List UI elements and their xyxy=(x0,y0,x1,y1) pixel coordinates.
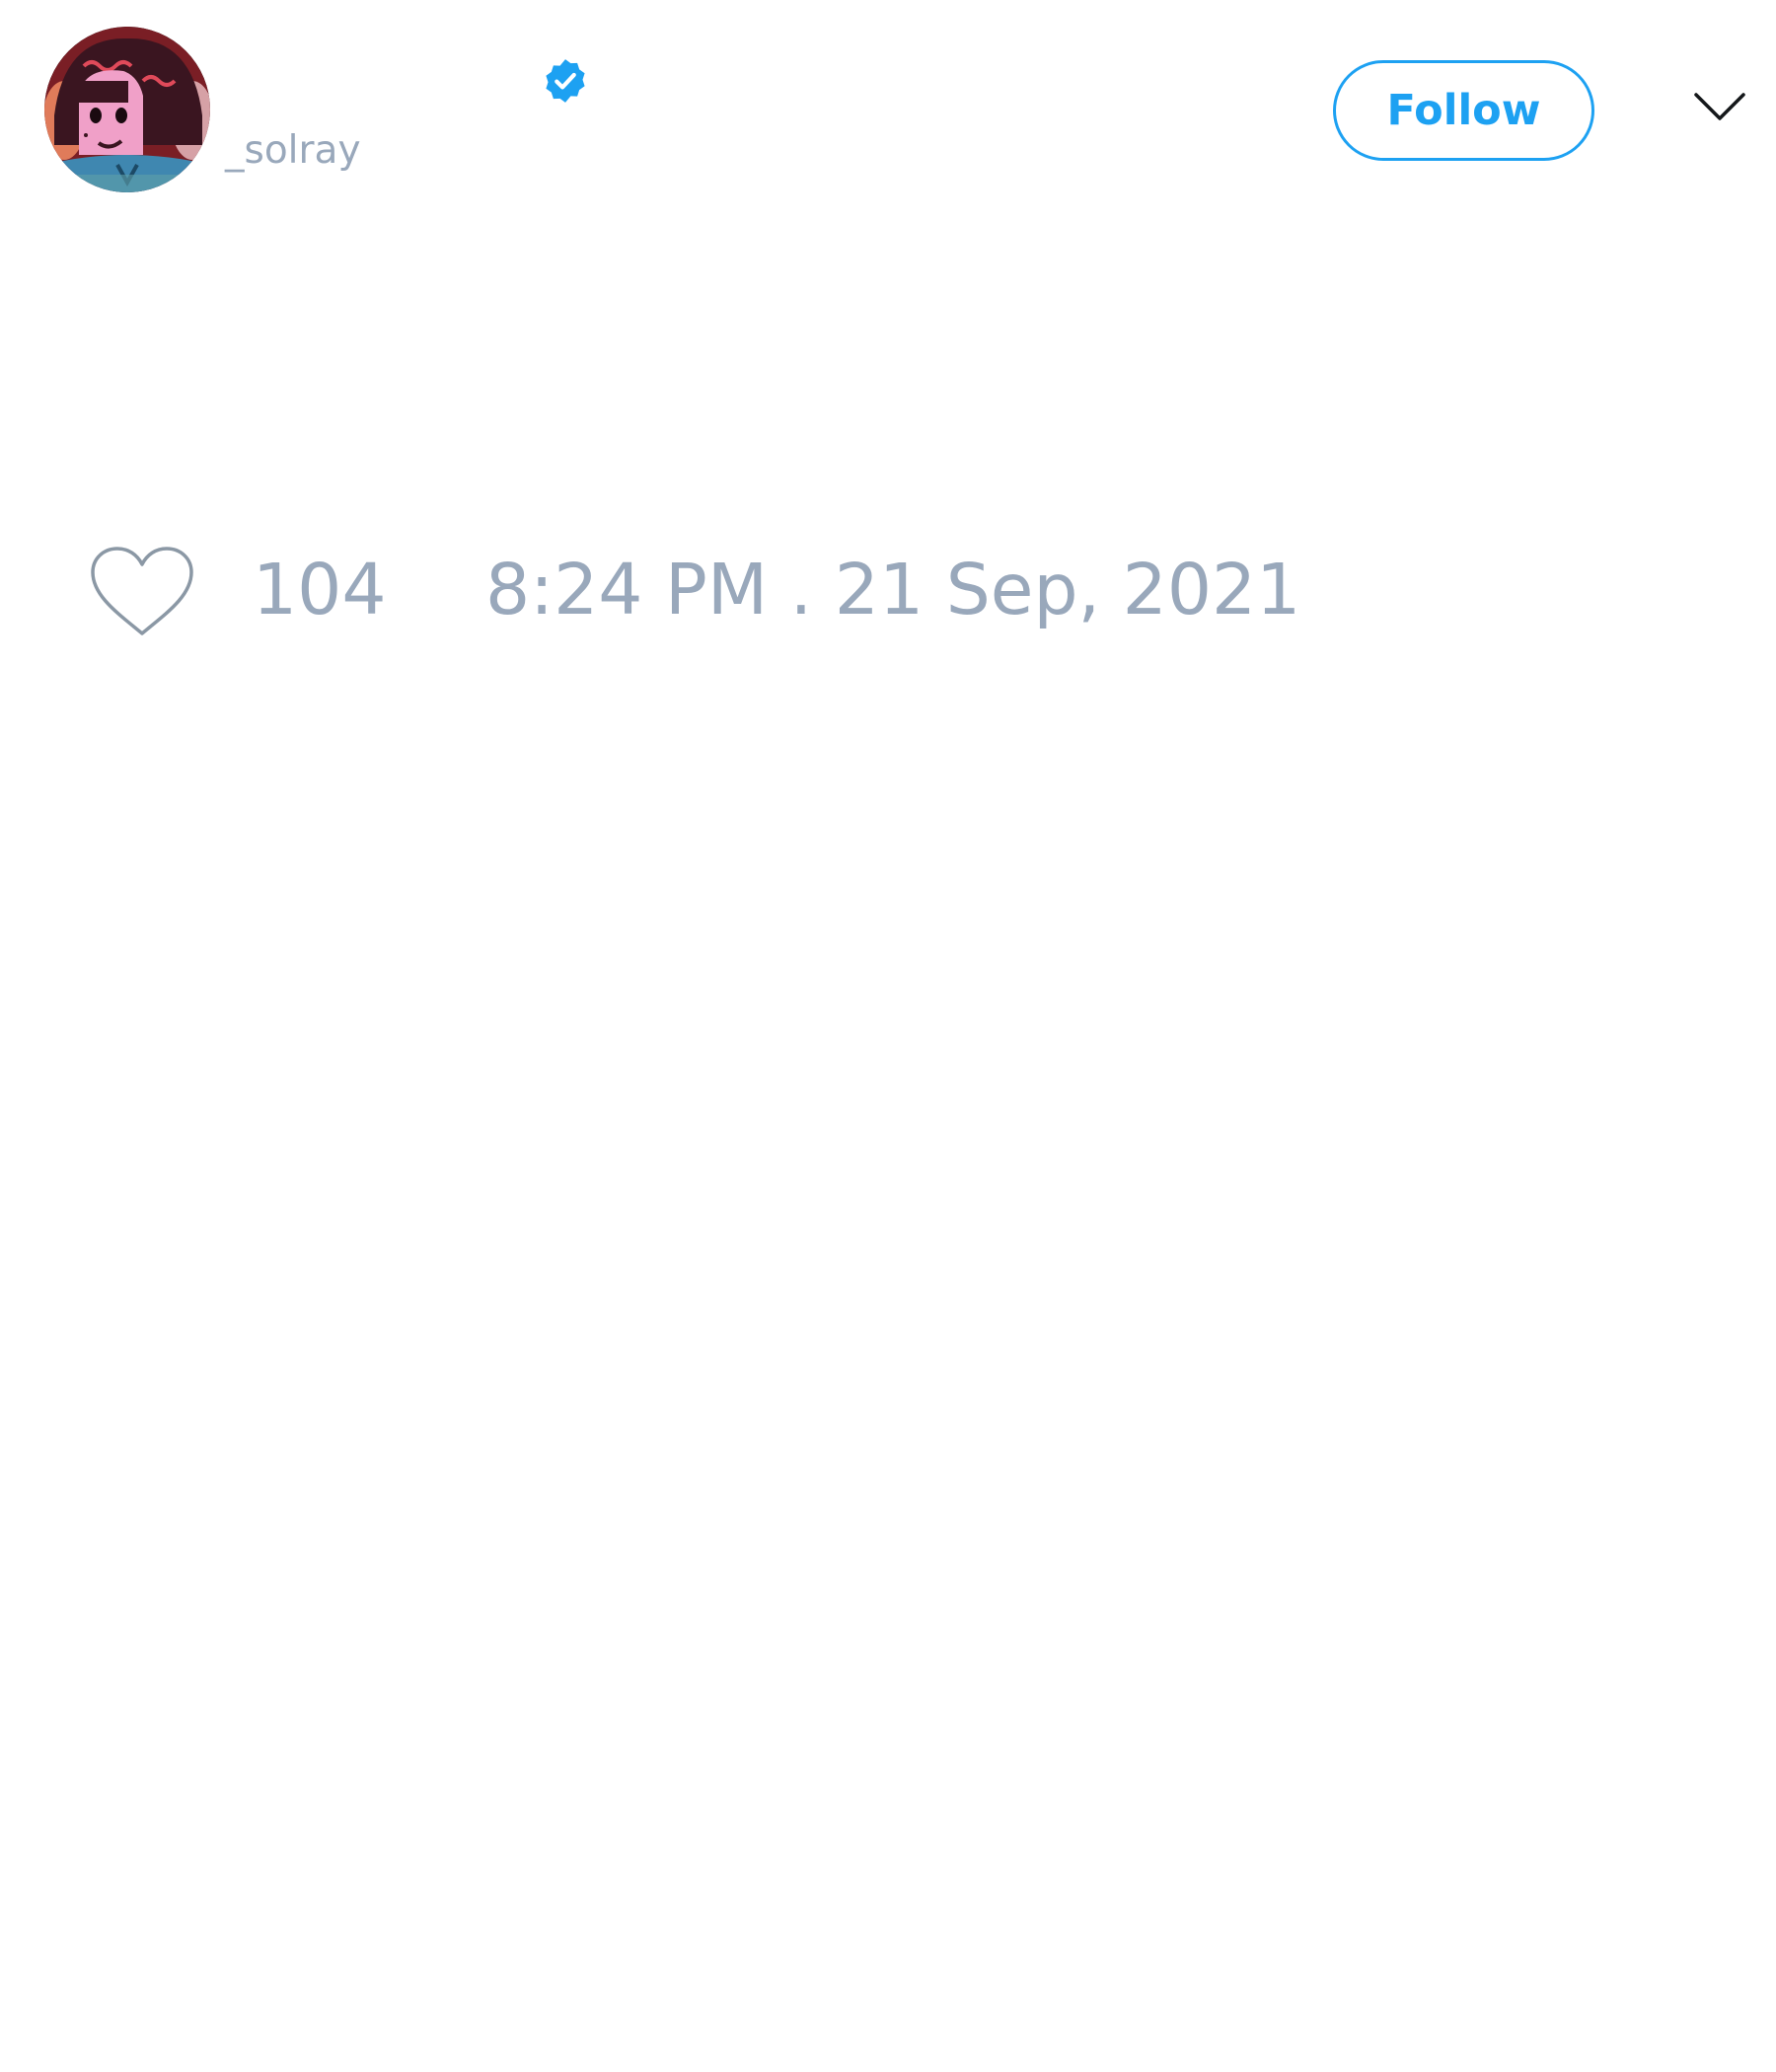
avatar-image xyxy=(44,27,210,192)
like-count: 104 xyxy=(253,549,387,630)
chevron-down-icon[interactable] xyxy=(1692,89,1747,124)
tweet-actions: 104 8:24 PM . 21 Sep, 2021 xyxy=(89,541,1569,639)
verified-badge-icon xyxy=(546,59,585,103)
avatar[interactable] xyxy=(44,27,210,192)
follow-button[interactable]: Follow xyxy=(1333,60,1594,161)
user-handle[interactable]: _solray xyxy=(225,126,361,176)
tweet-timestamp[interactable]: 8:24 PM . 21 Sep, 2021 xyxy=(485,541,1300,639)
heart-outline-icon[interactable] xyxy=(89,545,195,639)
